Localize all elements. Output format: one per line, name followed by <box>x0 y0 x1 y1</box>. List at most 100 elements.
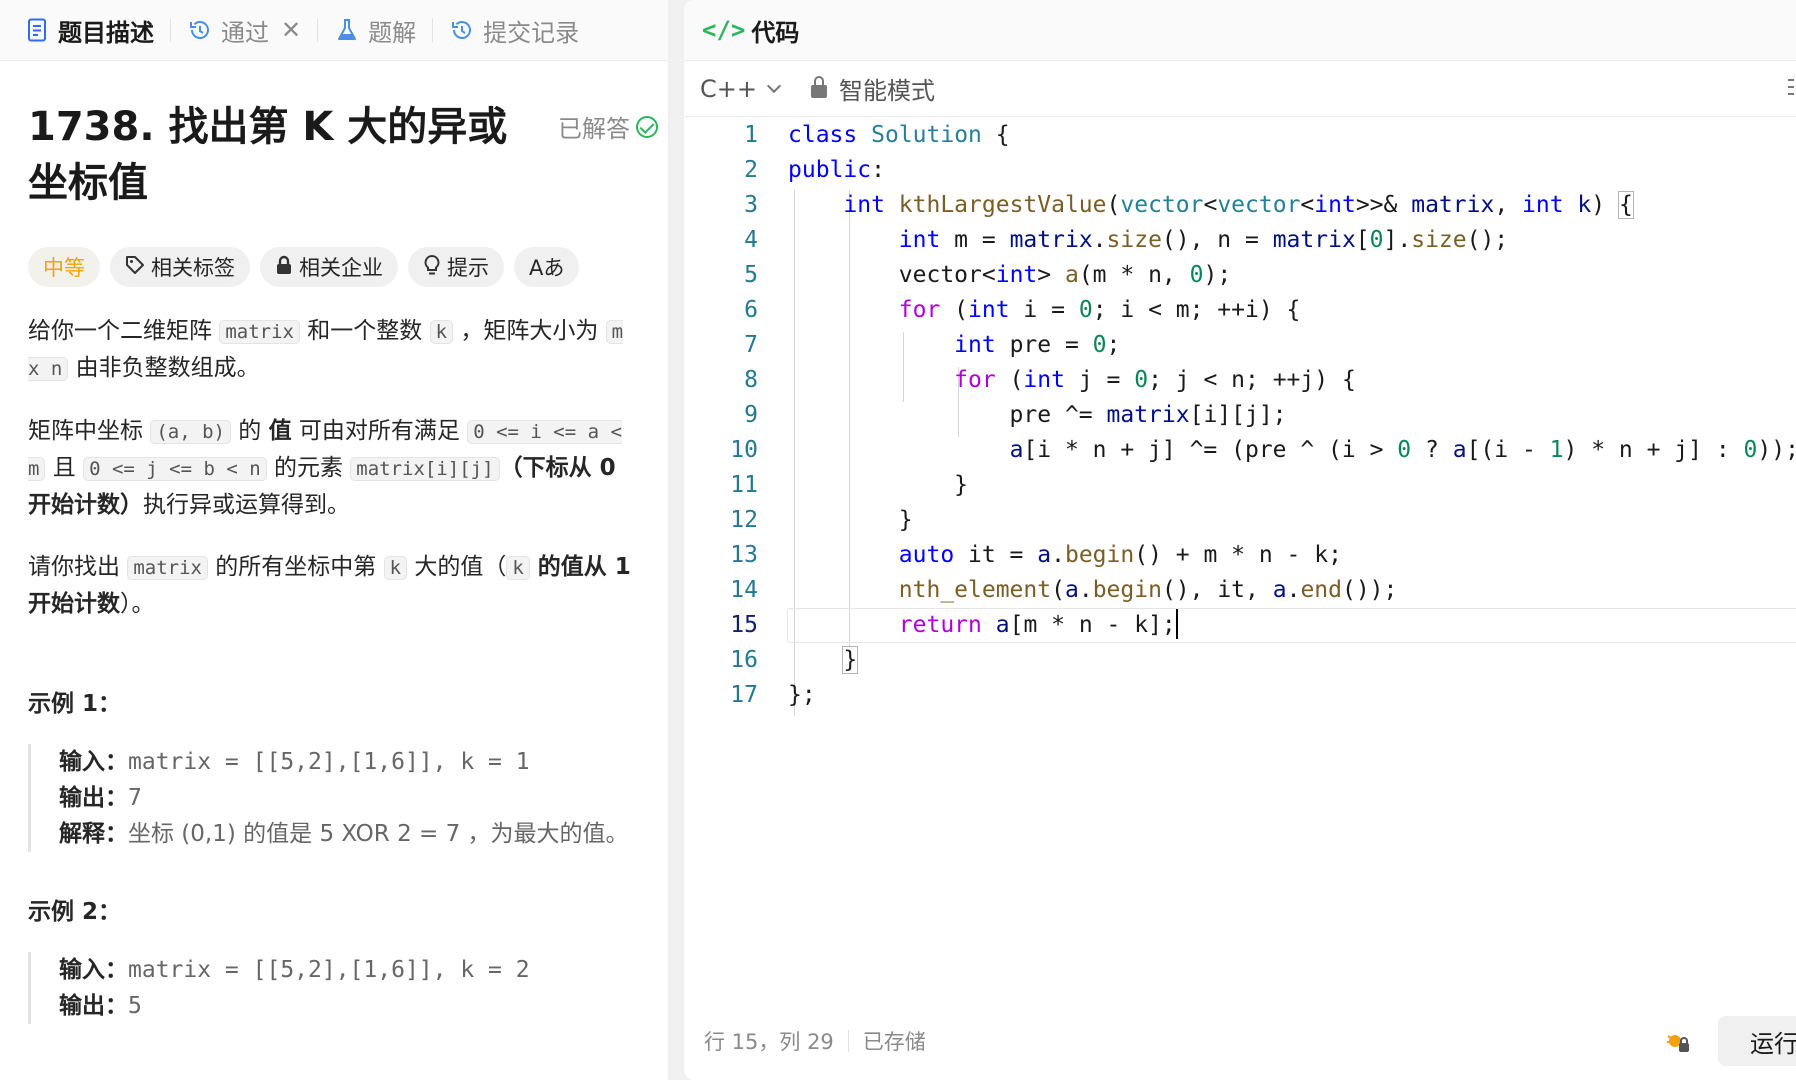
code-panel-header: </> 代码 <box>684 0 1796 61</box>
solved-label: 已解答 <box>558 115 630 143</box>
inline-code: matrix <box>219 320 300 344</box>
code-pane: </> 代码 C++ 智能模式 1 class Solution { 2 publi… <box>684 0 1796 1080</box>
inline-code: 0 <= j <= b < n <box>83 457 267 481</box>
check-circle-icon <box>636 115 658 138</box>
description-paragraph-2: 矩阵中坐标 (a, b) 的 值 可由对所有满足 0 <= i <= a < m… <box>28 413 640 523</box>
tag-icon <box>125 255 145 280</box>
code-line: 5 vector<int> a(m * n, 0); <box>684 258 1796 293</box>
code-line: 14 nth_element(a.begin(), it, a.end()); <box>684 573 1796 608</box>
line-number: 15 <box>730 612 758 638</box>
code-line: 7 int pre = 0; <box>684 328 1796 363</box>
line-number: 3 <box>744 192 758 218</box>
lock-icon <box>810 76 827 98</box>
related-tags-label: 相关标签 <box>151 256 235 280</box>
text: ）。 <box>120 591 155 617</box>
cursor-position: 行 15，列 29 <box>704 1030 834 1054</box>
inline-code: k <box>383 556 408 580</box>
text: 和一个整数 <box>299 318 430 344</box>
tab-solutions-label: 题解 <box>368 18 417 47</box>
lightbulb-icon <box>423 254 441 281</box>
example-explanation: 坐标 (0,1) 的值是 5 XOR 2 = 7 ，为最大的值。 <box>128 821 629 847</box>
example-2-title: 示例 2： <box>28 899 122 925</box>
tab-accepted[interactable]: 通过 ✕ <box>183 0 305 61</box>
line-number: 5 <box>744 262 758 288</box>
inline-code: (a, b) <box>150 420 231 444</box>
line-number: 7 <box>744 332 758 358</box>
line-number: 9 <box>744 402 758 428</box>
text: 请你找出 <box>28 554 128 580</box>
translate-button[interactable]: Aあ <box>514 247 580 287</box>
tab-solutions[interactable]: 题解 <box>330 0 420 61</box>
tab-divider <box>170 18 171 42</box>
line-number: 13 <box>730 542 758 568</box>
code-line: 3 int kthLargestValue(vector<vector<int>… <box>684 188 1796 223</box>
line-number: 14 <box>730 577 758 603</box>
tab-divider <box>317 18 319 42</box>
hint-label: 提示 <box>447 256 489 280</box>
tab-submissions-label: 提交记录 <box>483 18 580 47</box>
hint-button[interactable]: 提示 <box>408 247 504 287</box>
output-label: 输出： <box>59 993 128 1019</box>
debug-icon[interactable] <box>1664 1028 1692 1056</box>
flask-icon <box>334 17 360 43</box>
related-tags-button[interactable]: 相关标签 <box>110 247 250 287</box>
example-input: matrix = [[5,2],[1,6]], k = 1 <box>128 749 530 775</box>
line-number: 4 <box>744 227 758 253</box>
line-number: 12 <box>730 507 758 533</box>
example-output: 5 <box>128 993 142 1019</box>
code-line: 2 public: <box>684 153 1796 188</box>
companies-label: 相关企业 <box>299 256 383 280</box>
line-number: 10 <box>730 437 758 463</box>
text: 的所有坐标中第 <box>207 554 384 580</box>
text: 矩阵中坐标 <box>28 418 151 444</box>
code-line: 4 int m = matrix.size(), n = matrix[0].s… <box>684 223 1796 258</box>
editor-status-bar: 行 15，列 29 已存储 运行 <box>684 1016 1796 1066</box>
run-button[interactable]: 运行 <box>1718 1016 1796 1066</box>
line-number: 6 <box>744 297 758 323</box>
code-icon: </> <box>702 16 746 44</box>
companies-button[interactable]: 相关企业 <box>260 247 398 287</box>
line-number: 11 <box>730 472 758 498</box>
chevron-down-icon <box>766 78 782 94</box>
tab-submissions[interactable]: 提交记录 <box>445 0 583 61</box>
code-line: 9 pre ^= matrix[i][j]; <box>684 398 1796 433</box>
language-label: C++ <box>700 74 757 103</box>
code-line: 1 class Solution { <box>684 118 1796 153</box>
inline-code: k <box>429 320 454 344</box>
code-line: 13 auto it = a.begin() + m * n - k; <box>684 538 1796 573</box>
problem-description: 1738. 找出第 K 大的异或坐标值 已解答 中等 相关标签 相关企业 提示 … <box>0 61 668 1080</box>
line-number: 16 <box>730 647 758 673</box>
code-line: 8 for (int j = 0; j < n; ++j) { <box>684 363 1796 398</box>
language-select[interactable]: C++ <box>700 74 782 103</box>
explain-label: 解释： <box>59 821 128 847</box>
inline-code: matrix[i][j] <box>350 457 500 481</box>
menu-icon[interactable] <box>1788 79 1794 101</box>
smart-mode-toggle[interactable]: 智能模式 <box>810 71 935 106</box>
problem-pane: 题目描述 通过 ✕ 题解 提交记录 1738. 找出第 K 大的异或坐标值 已解… <box>0 0 668 1080</box>
text-caret <box>1175 608 1178 639</box>
tab-description-label: 题目描述 <box>58 18 154 47</box>
text: 给你一个二维矩阵 <box>28 318 220 344</box>
bold-text: 值 <box>268 418 292 444</box>
close-icon[interactable]: ✕ <box>281 16 301 44</box>
code-editor[interactable]: 1 class Solution { 2 public: 3 int kthLarg… <box>684 118 1796 998</box>
tab-divider <box>432 18 434 42</box>
history-icon <box>449 17 475 43</box>
document-icon <box>24 17 50 43</box>
status-divider <box>847 1030 849 1052</box>
example-1-title: 示例 1： <box>28 691 122 717</box>
text: ，矩阵大小为 <box>453 318 606 344</box>
problem-title[interactable]: 1738. 找出第 K 大的异或坐标值 <box>28 99 528 211</box>
text: 大的值（ <box>407 554 507 580</box>
code-line: 17}; <box>684 678 1796 713</box>
translate-icon: Aあ <box>529 256 565 280</box>
line-number: 2 <box>744 157 758 183</box>
code-line: 16 } <box>684 643 1796 678</box>
description-paragraph-1: 给你一个二维矩阵 matrix 和一个整数 k ，矩阵大小为 m x n 由非负… <box>28 313 640 387</box>
history-icon <box>187 17 213 43</box>
tab-description[interactable]: 题目描述 <box>20 0 158 61</box>
code-line: 10 a[i * n + j] ^= (pre ^ (i > 0 ? a[(i … <box>684 433 1796 468</box>
solved-status: 已解答 <box>558 109 658 144</box>
output-label: 输出： <box>59 785 128 811</box>
code-panel-title: 代码 <box>751 18 800 47</box>
